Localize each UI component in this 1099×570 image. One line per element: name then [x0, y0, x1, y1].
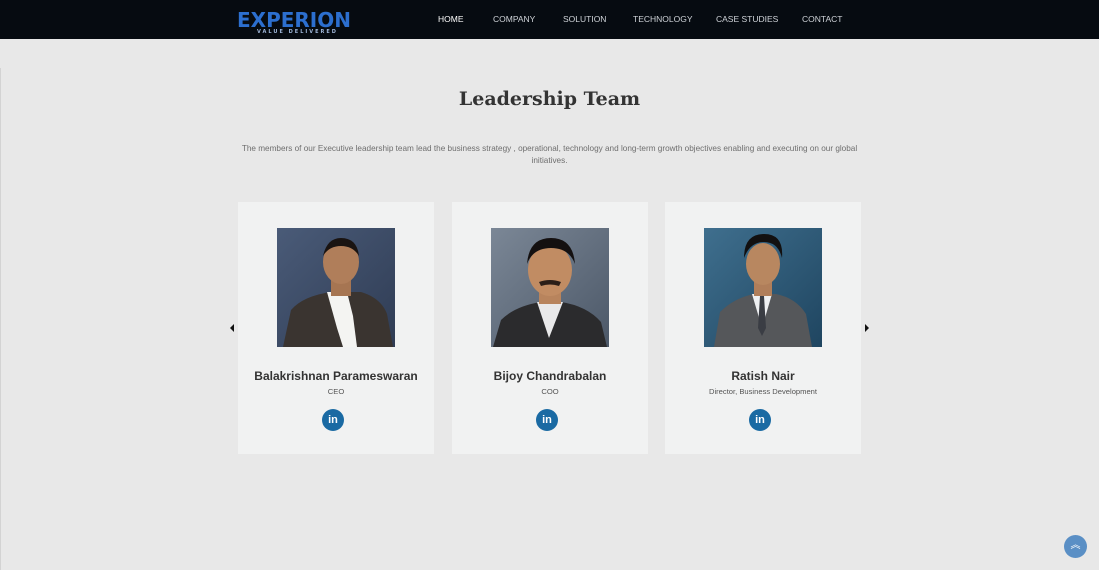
- nav-solution[interactable]: SOLUTION: [563, 0, 606, 39]
- scroll-to-top-button[interactable]: ︽: [1064, 535, 1087, 558]
- experion-logo[interactable]: EXPERION VALUE DELIVERED: [237, 9, 357, 35]
- team-card: Ratish Nair Director, Business Developme…: [665, 202, 861, 454]
- linkedin-icon[interactable]: in: [322, 409, 344, 431]
- section-intro: The members of our Executive leadership …: [241, 144, 858, 165]
- carousel-next-arrow-icon[interactable]: [865, 324, 869, 332]
- logo-tagline: VALUE DELIVERED: [257, 29, 338, 35]
- team-card: Bijoy Chandrabalan COO in: [452, 202, 648, 454]
- nav-case-studies[interactable]: CASE STUDIES: [716, 0, 778, 39]
- member-name: Bijoy Chandrabalan: [493, 369, 607, 383]
- linkedin-icon[interactable]: in: [749, 409, 771, 431]
- nav-contact[interactable]: CONTACT: [802, 0, 842, 39]
- member-role: CEO: [327, 387, 345, 396]
- profile-photo: [704, 228, 822, 347]
- top-navbar: EXPERION VALUE DELIVERED HOME COMPANY SO…: [0, 0, 1099, 39]
- nav-company[interactable]: COMPANY: [493, 0, 535, 39]
- section-title: Leadership Team: [458, 88, 641, 110]
- linkedin-icon[interactable]: in: [536, 409, 558, 431]
- profile-photo: [277, 228, 395, 347]
- carousel-prev-arrow-icon[interactable]: [230, 324, 234, 332]
- page-edge-divider: [0, 68, 1, 570]
- member-role: COO: [541, 387, 559, 396]
- nav-home[interactable]: HOME: [438, 0, 464, 39]
- profile-photo: [491, 228, 609, 347]
- double-chevron-up-icon: ︽: [1070, 540, 1081, 551]
- member-role: Director, Business Development: [708, 387, 818, 396]
- logo-wordmark: EXPERION: [237, 8, 351, 32]
- member-name: Ratish Nair: [731, 369, 795, 383]
- member-name: Balakrishnan Parameswaran: [254, 369, 418, 383]
- team-card: Balakrishnan Parameswaran CEO in: [238, 202, 434, 454]
- nav-technology[interactable]: TECHNOLOGY: [633, 0, 693, 39]
